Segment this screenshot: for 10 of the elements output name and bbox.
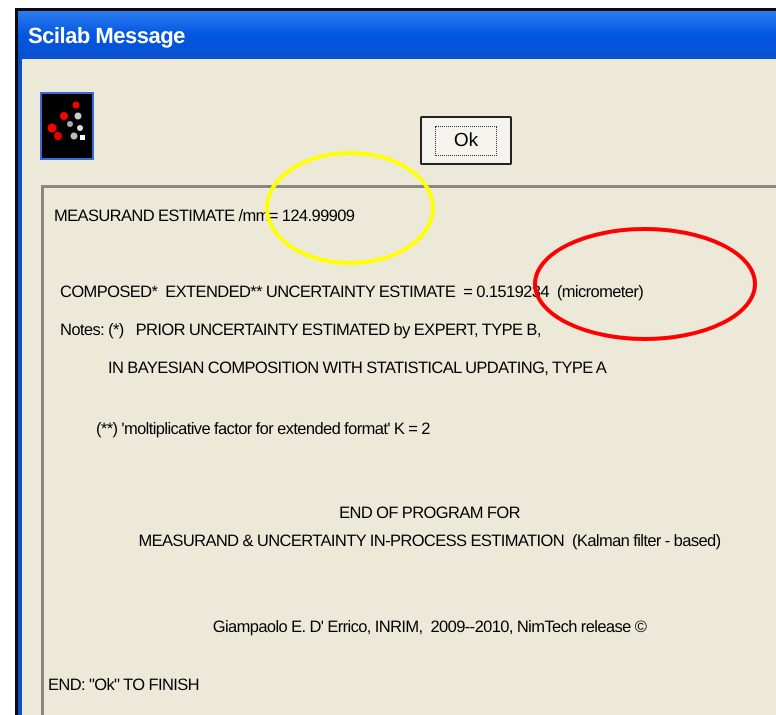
message-line: Giampaolo E. D' Errico, INRIM, 2009--2010, NimTech release ©: [212, 617, 648, 638]
window-title: Scilab Message: [28, 22, 185, 50]
message-line: MEASURAND & UNCERTAINTY IN-PROCESS ESTIMATION (Kalman filter - based): [137, 531, 722, 552]
ok-button[interactable]: Ok: [420, 116, 512, 165]
message-line: IN BAYESIAN COMPOSITION WITH STATISTICAL UPDATING, TYPE A: [107, 358, 608, 379]
message-line: Notes: (*) PRIOR UNCERTAINTY ESTIMATED by EXPERT, TYPE B,: [59, 320, 542, 341]
scilab-logo-icon: [40, 92, 94, 160]
message-line: END: "Ok" TO FINISH: [47, 675, 200, 696]
message-line: END OF PROGRAM FOR: [338, 503, 521, 524]
message-line: (**) 'moltiplicative factor for extended format' K = 2: [95, 419, 431, 440]
